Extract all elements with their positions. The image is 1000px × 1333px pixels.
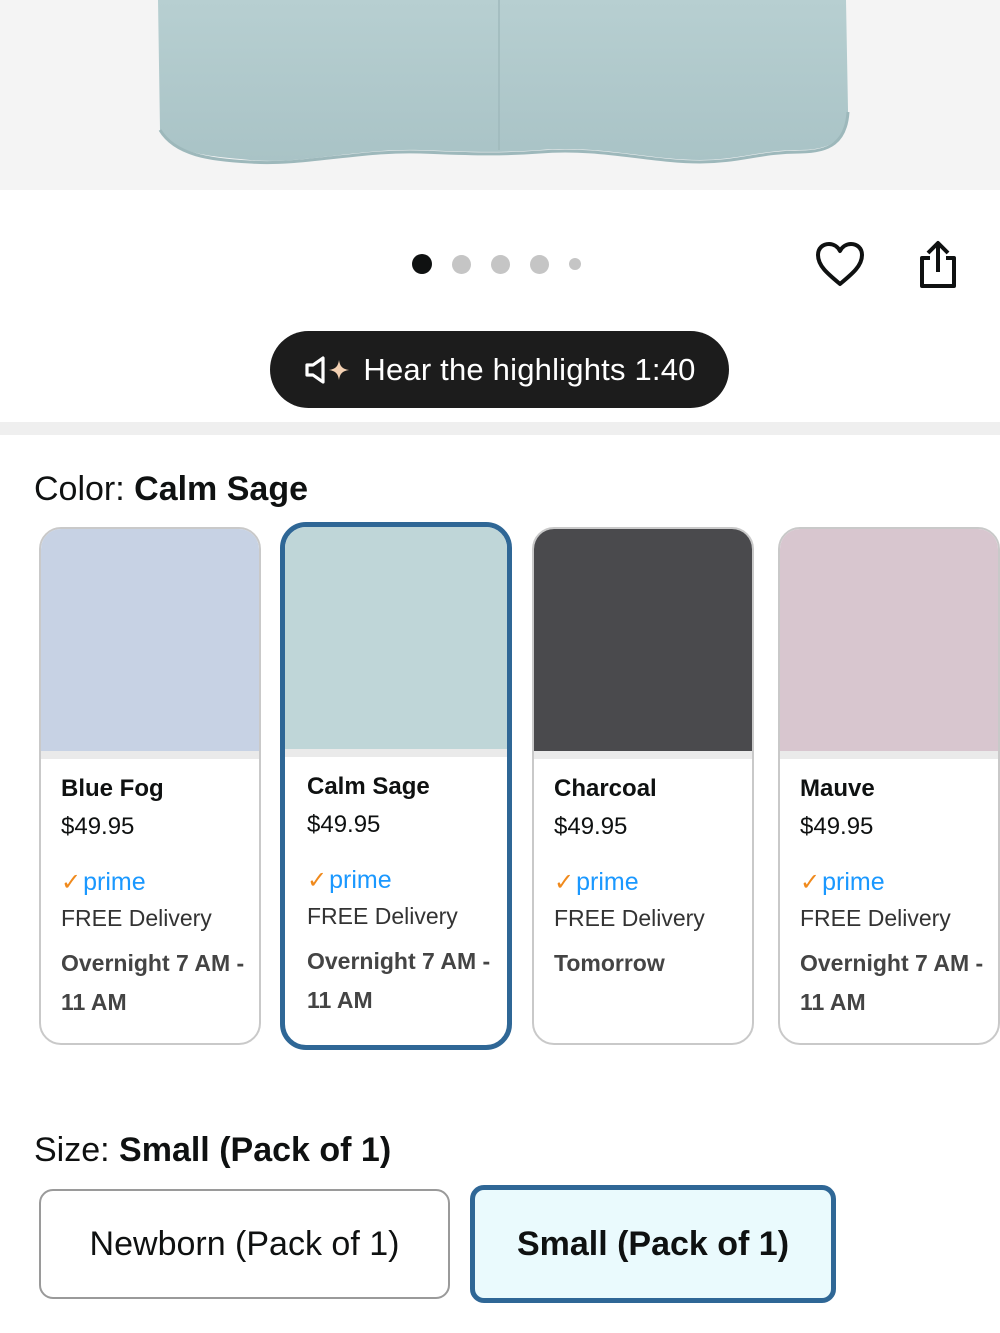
swatch-thumbnail bbox=[41, 529, 259, 759]
wishlist-button[interactable] bbox=[812, 236, 868, 292]
prime-badge: ✓ prime bbox=[800, 859, 998, 905]
hear-highlights-label: Hear the highlights 1:40 bbox=[363, 351, 696, 387]
product-image[interactable] bbox=[0, 0, 1000, 190]
swatch-delivery-time: Overnight 7 AM - 11 AM bbox=[61, 950, 245, 1015]
prime-label: prime bbox=[576, 867, 639, 896]
prime-check-icon: ✓ bbox=[307, 866, 328, 894]
prime-check-icon: ✓ bbox=[554, 868, 575, 896]
size-option-small[interactable]: Small (Pack of 1) bbox=[470, 1185, 836, 1303]
share-icon bbox=[920, 241, 956, 288]
prime-badge: ✓ prime bbox=[307, 857, 507, 903]
swatch-price: $49.95 bbox=[554, 813, 628, 840]
swatch-delivery: FREE Delivery bbox=[554, 905, 705, 931]
section-divider bbox=[0, 422, 1000, 435]
carousel-dot[interactable] bbox=[569, 258, 581, 270]
swatch-delivery: FREE Delivery bbox=[800, 905, 951, 931]
swatch-name: Charcoal bbox=[554, 775, 657, 802]
color-label: Color: Calm Sage bbox=[34, 470, 308, 509]
carousel-dot[interactable] bbox=[530, 254, 549, 274]
swatch-delivery-time: Overnight 7 AM - 11 AM bbox=[307, 948, 491, 1013]
prime-badge: ✓ prime bbox=[554, 859, 752, 905]
heart-icon bbox=[816, 242, 864, 286]
swatch-thumbnail bbox=[780, 529, 998, 759]
swatch-price: $49.95 bbox=[61, 813, 135, 840]
swatch-delivery-time: Overnight 7 AM - 11 AM bbox=[800, 950, 984, 1015]
color-option-mauve[interactable]: Mauve $49.95 ✓ prime FREE Delivery Overni… bbox=[778, 527, 1000, 1045]
hear-highlights-button[interactable]: Hear the highlights 1:40 bbox=[270, 331, 729, 408]
selected-color-name: Calm Sage bbox=[134, 470, 308, 508]
size-option-label: Newborn (Pack of 1) bbox=[89, 1224, 400, 1263]
prime-check-icon: ✓ bbox=[800, 868, 821, 896]
prime-label: prime bbox=[83, 867, 146, 896]
swatch-name: Mauve bbox=[800, 775, 875, 802]
size-label: Size: Small (Pack of 1) bbox=[34, 1131, 391, 1170]
carousel-dots bbox=[412, 252, 601, 276]
swatch-thumbnail bbox=[534, 529, 752, 759]
size-option-label: Small (Pack of 1) bbox=[516, 1224, 790, 1263]
swatch-price: $49.95 bbox=[800, 813, 874, 840]
color-label-prefix: Color: bbox=[34, 470, 135, 508]
carousel-dot[interactable] bbox=[491, 254, 510, 274]
prime-label: prime bbox=[329, 865, 392, 894]
color-option-blue-fog[interactable]: Blue Fog $49.95 ✓ prime FREE Delivery Ove… bbox=[39, 527, 261, 1045]
swatch-delivery: FREE Delivery bbox=[61, 905, 212, 931]
swatch-name: Calm Sage bbox=[307, 773, 430, 800]
swatch-thumbnail bbox=[285, 527, 507, 757]
product-detail-page: Hear the highlights 1:40 Color: Calm Sag… bbox=[0, 0, 1000, 1333]
carousel-dot[interactable] bbox=[412, 254, 432, 274]
share-button[interactable] bbox=[910, 236, 966, 292]
swatch-delivery-time: Tomorrow bbox=[554, 950, 665, 976]
prime-check-icon: ✓ bbox=[61, 868, 82, 896]
swatch-delivery: FREE Delivery bbox=[307, 903, 458, 929]
swatch-name: Blue Fog bbox=[61, 775, 164, 802]
size-label-prefix: Size: bbox=[34, 1131, 120, 1169]
prime-label: prime bbox=[822, 867, 885, 896]
prime-badge: ✓ prime bbox=[61, 859, 259, 905]
selected-size-name: Small (Pack of 1) bbox=[119, 1131, 392, 1169]
speaker-sparkle-icon bbox=[303, 355, 353, 385]
color-option-charcoal[interactable]: Charcoal $49.95 ✓ prime FREE Delivery Tom… bbox=[532, 527, 754, 1045]
size-option-newborn[interactable]: Newborn (Pack of 1) bbox=[39, 1189, 450, 1299]
sleep-sack-image bbox=[158, 0, 850, 165]
carousel-dot[interactable] bbox=[452, 254, 471, 274]
swatch-price: $49.95 bbox=[307, 811, 381, 838]
color-option-calm-sage[interactable]: Calm Sage $49.95 ✓ prime FREE Delivery Ov… bbox=[280, 522, 512, 1050]
